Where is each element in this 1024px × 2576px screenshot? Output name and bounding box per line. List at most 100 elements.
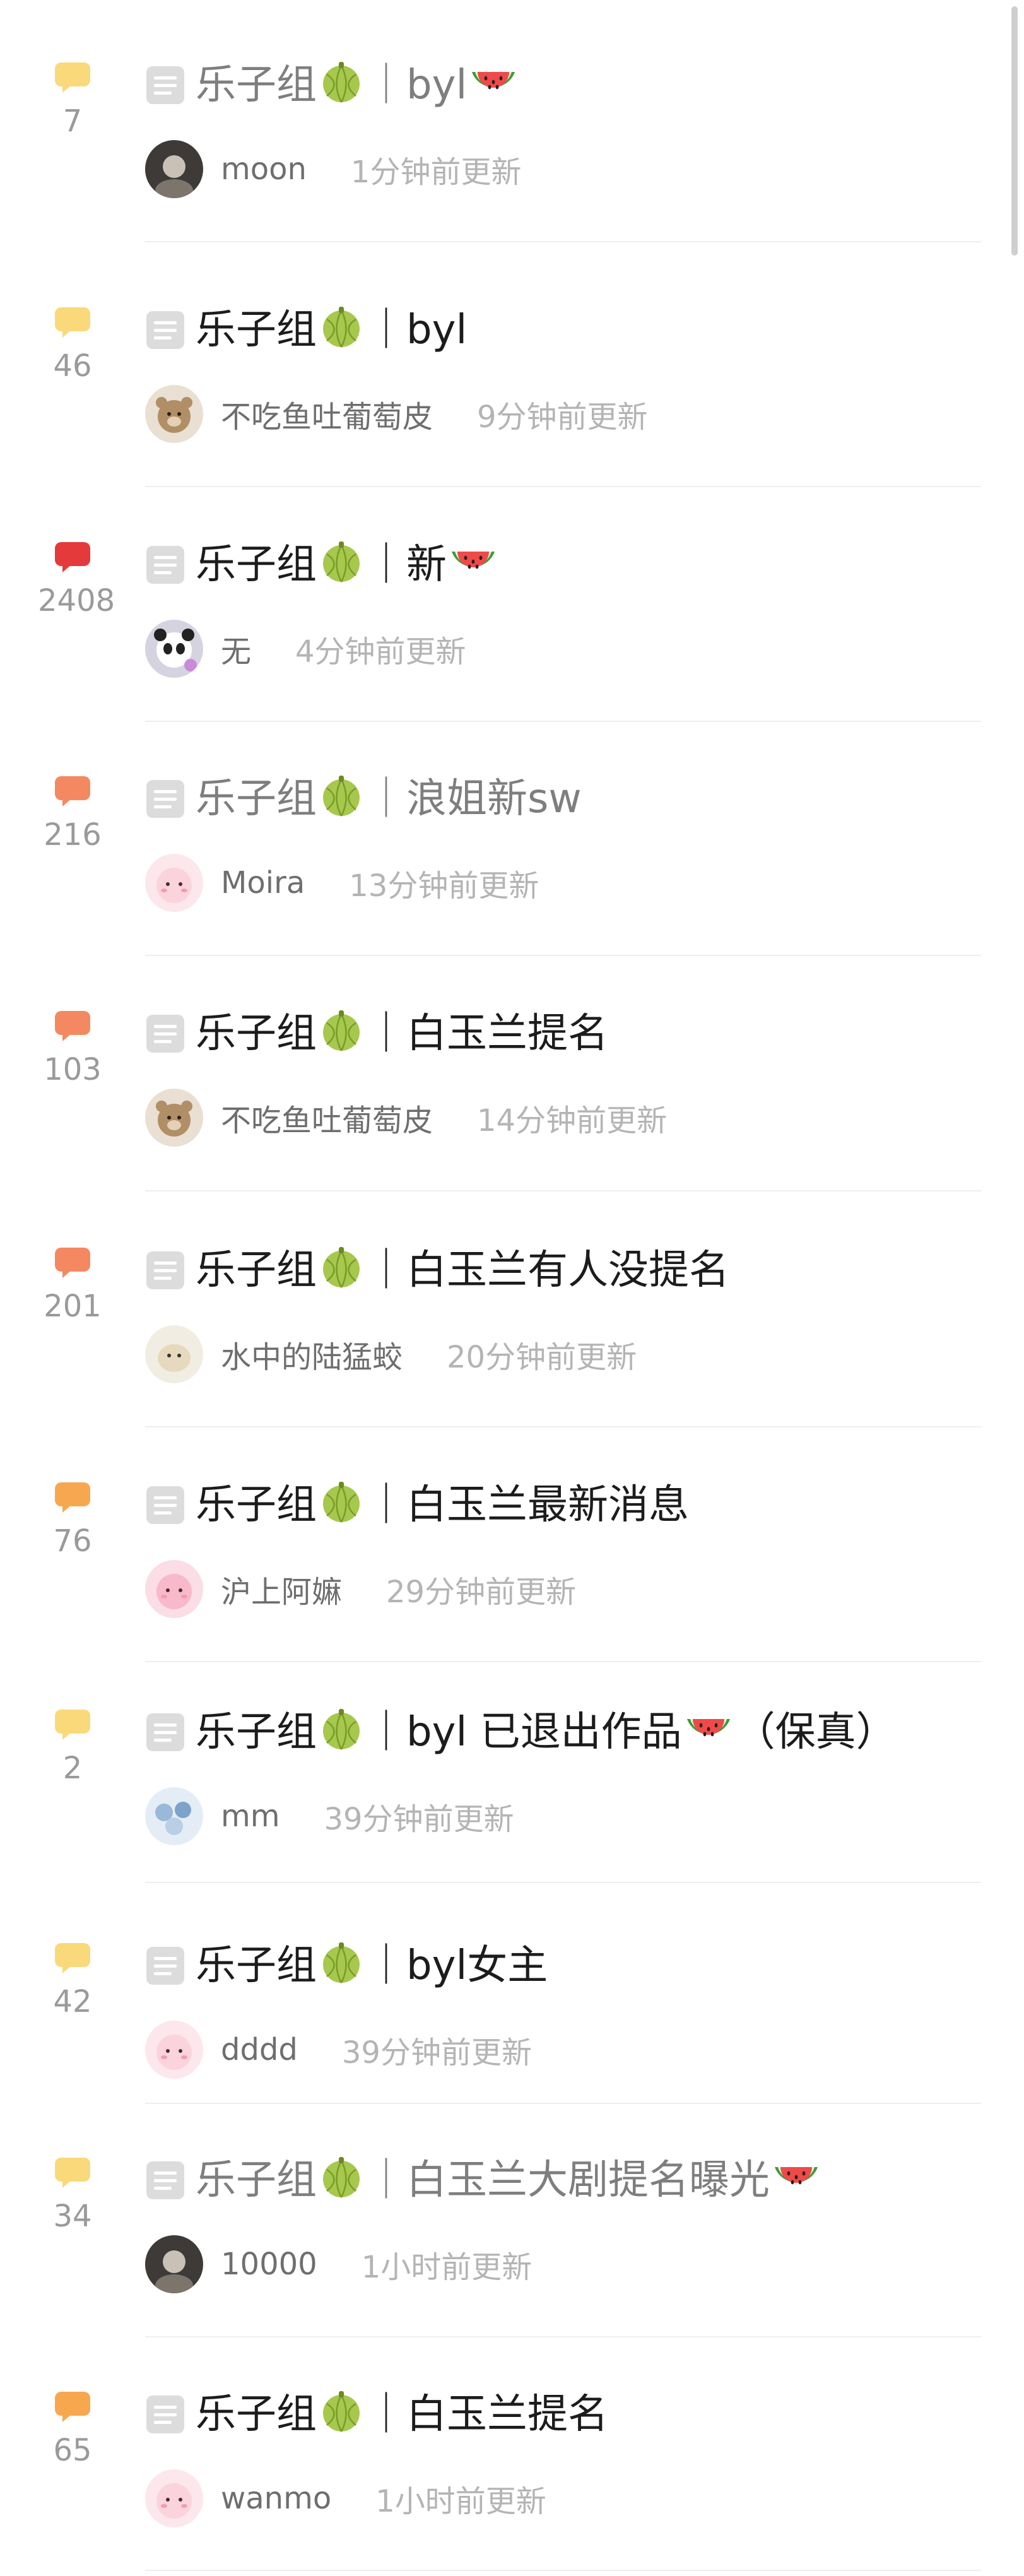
reply-count-value: 2	[62, 1751, 83, 1786]
melon-emoji	[323, 1709, 360, 1750]
updated-time: 1小时前更新	[375, 2484, 546, 2519]
reply-count: 201	[38, 1246, 107, 1325]
avatar[interactable]	[145, 140, 203, 198]
divider	[145, 1882, 981, 1883]
document-icon	[146, 1251, 184, 1289]
reply-count-value: 34	[53, 2199, 92, 2234]
divider	[145, 955, 981, 956]
thread-title-line[interactable]: 乐子组 ｜byl女主	[145, 1937, 548, 1994]
thread-title-line[interactable]: 乐子组 ｜白玉兰大剧提名曝光	[145, 2152, 823, 2209]
document-icon	[146, 1015, 184, 1053]
comment-bubble-icon	[55, 1943, 90, 1973]
comment-bubble-icon	[55, 307, 90, 338]
document-icon	[146, 1947, 184, 1985]
updated-time: 1小时前更新	[361, 2250, 533, 2285]
thread-title[interactable]: 乐子组 ｜白玉兰最新消息	[196, 1480, 689, 1530]
avatar[interactable]	[145, 1325, 203, 1383]
author-name[interactable]: 水中的陆猛蛟	[221, 1332, 403, 1376]
thread-meta: mm 39分钟前更新	[145, 1787, 514, 1845]
divider	[145, 241, 981, 242]
reply-count: 76	[38, 1481, 107, 1559]
comment-bubble-icon	[55, 2392, 90, 2422]
author-name[interactable]: 不吃鱼吐葡萄皮	[221, 392, 433, 436]
document-icon	[146, 546, 184, 584]
melon-emoji	[323, 307, 360, 348]
divider	[145, 1661, 981, 1662]
thread-title-line[interactable]: 乐子组 ｜新	[145, 536, 500, 593]
reply-count-value: 103	[44, 1052, 102, 1087]
document-icon	[146, 2161, 184, 2199]
avatar[interactable]	[145, 620, 203, 678]
divider	[145, 1190, 981, 1191]
thread-title[interactable]: 乐子组 ｜byl	[196, 305, 467, 355]
updated-time: 9分钟前更新	[477, 399, 648, 435]
thread-title-line[interactable]: 乐子组 ｜白玉兰有人没提名	[145, 1242, 729, 1299]
divider	[145, 486, 981, 487]
thread-title[interactable]: 乐子组 ｜白玉兰有人没提名	[196, 1245, 729, 1296]
divider	[145, 721, 981, 722]
thread-title[interactable]: 乐子组 ｜白玉兰提名	[196, 2389, 608, 2440]
comment-bubble-icon	[55, 1710, 90, 1740]
document-icon	[146, 311, 184, 349]
author-name[interactable]: 沪上阿嫲	[221, 1567, 342, 1611]
divider	[145, 2103, 981, 2104]
author-name[interactable]: 无	[221, 627, 251, 671]
watermelon-emoji	[686, 1719, 730, 1737]
reply-count: 7	[38, 61, 107, 139]
author-name[interactable]: 10000	[221, 2247, 317, 2282]
author-name[interactable]: dddd	[221, 2032, 298, 2067]
thread-title-line[interactable]: 乐子组 ｜白玉兰提名	[145, 1005, 608, 1062]
thread-title[interactable]: 乐子组 ｜白玉兰提名	[196, 1008, 608, 1059]
author-name[interactable]: Moira	[221, 865, 305, 901]
scrollbar[interactable]	[1011, 6, 1018, 256]
document-icon	[146, 2396, 184, 2433]
document-icon	[146, 1713, 184, 1751]
reply-count: 216	[38, 775, 107, 853]
avatar[interactable]	[145, 1787, 203, 1845]
avatar[interactable]	[145, 2469, 203, 2527]
avatar[interactable]	[145, 1560, 203, 1618]
reply-count-value: 216	[44, 817, 102, 853]
thread-title-line[interactable]: 乐子组 ｜白玉兰提名	[145, 2386, 608, 2443]
melon-emoji	[323, 1482, 360, 1523]
avatar[interactable]	[145, 385, 203, 443]
thread-meta: 无 4分钟前更新	[145, 620, 466, 678]
thread-title[interactable]: 乐子组 ｜byl	[196, 60, 520, 110]
reply-count: 46	[38, 306, 107, 384]
avatar[interactable]	[145, 1089, 203, 1147]
thread-meta: 10000 1小时前更新	[145, 2235, 532, 2293]
author-name[interactable]: moon	[221, 151, 307, 187]
author-name[interactable]: mm	[221, 1799, 280, 1834]
reply-count: 103	[38, 1010, 107, 1088]
melon-emoji	[323, 62, 360, 103]
thread-title[interactable]: 乐子组 ｜byl女主	[196, 1941, 548, 1991]
updated-time: 14分钟前更新	[477, 1103, 668, 1138]
avatar[interactable]	[145, 2235, 203, 2293]
thread-title-line[interactable]: 乐子组 ｜byl	[145, 57, 520, 114]
thread-title[interactable]: 乐子组 ｜浪姐新sw	[196, 774, 582, 824]
avatar[interactable]	[145, 2021, 203, 2079]
thread-title-line[interactable]: 乐子组 ｜byl	[145, 302, 467, 358]
thread-title-line[interactable]: 乐子组 ｜byl 已退出作品 （保真）	[145, 1704, 897, 1761]
author-name[interactable]: 不吃鱼吐葡萄皮	[221, 1096, 433, 1140]
thread-title-line[interactable]: 乐子组 ｜浪姐新sw	[145, 771, 582, 827]
thread-title[interactable]: 乐子组 ｜白玉兰大剧提名曝光	[196, 2155, 823, 2206]
reply-count: 34	[38, 2156, 107, 2235]
reply-count: 2408	[38, 541, 115, 619]
avatar[interactable]	[145, 854, 203, 912]
reply-count-value: 76	[53, 1523, 92, 1559]
thread-title[interactable]: 乐子组 ｜新	[196, 540, 500, 590]
document-icon	[146, 66, 184, 104]
thread-meta: 水中的陆猛蛟 20分钟前更新	[145, 1325, 637, 1383]
comment-bubble-icon	[55, 1482, 90, 1513]
melon-emoji	[323, 1942, 360, 1983]
thread-title[interactable]: 乐子组 ｜byl 已退出作品 （保真）	[196, 1707, 897, 1758]
author-name[interactable]: wanmo	[221, 2481, 331, 2516]
watermelon-emoji	[452, 552, 495, 569]
melon-emoji	[323, 776, 360, 817]
updated-time: 13分钟前更新	[349, 868, 539, 904]
reply-count: 42	[38, 1942, 107, 2020]
thread-title-line[interactable]: 乐子组 ｜白玉兰最新消息	[145, 1477, 689, 1533]
thread-meta: dddd 39分钟前更新	[145, 2021, 532, 2079]
reply-count-value: 7	[62, 103, 83, 139]
